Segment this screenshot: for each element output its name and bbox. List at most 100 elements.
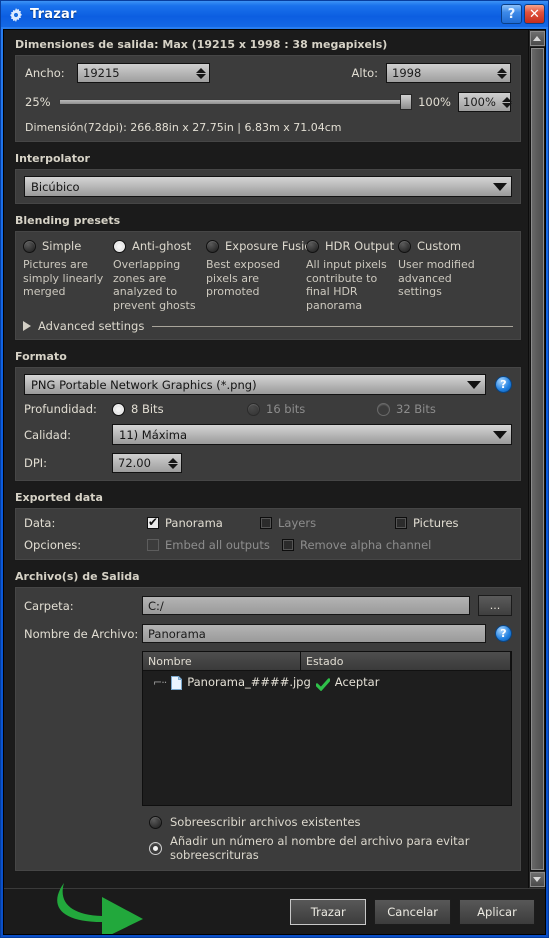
advanced-settings-label: Advanced settings — [38, 319, 145, 333]
green-curved-arrow-annotation — [28, 877, 158, 934]
file-list-header: Nombre Estado — [143, 652, 511, 671]
group-output-dimensions: Dimensiones de salida: Max (19215 x 1998… — [14, 38, 522, 143]
data-option-layers[interactable]: Layers — [260, 516, 395, 530]
data-option-pictures[interactable]: Pictures — [395, 516, 459, 530]
format-value: PNG Portable Network Graphics (*.png) — [31, 377, 257, 392]
filename-help-icon[interactable]: ? — [495, 625, 512, 642]
preset-desc: All input pixels contribute to final HDR… — [306, 258, 387, 312]
interpolator-select[interactable]: Bicúbico — [24, 176, 512, 197]
slider-handle[interactable] — [400, 94, 413, 110]
size-slider[interactable] — [58, 94, 413, 110]
append-number-option-row[interactable]: Añadir un número al nombre del archivo p… — [24, 834, 512, 862]
zoom-spinner-arrows[interactable] — [496, 96, 512, 108]
check-icon — [315, 676, 331, 691]
triangle-down-icon — [533, 877, 541, 882]
depth-radio-16bits[interactable] — [247, 402, 260, 416]
preset-radio-anti-ghost[interactable] — [113, 239, 126, 253]
output-file-list[interactable]: Nombre Estado ⌐·· Panorama_####.jpg Acep… — [142, 651, 512, 806]
data-option-label: Layers — [278, 516, 317, 530]
preset-desc: User modified advanced settings — [398, 258, 475, 298]
radio-overwrite-existing[interactable] — [149, 815, 162, 829]
depth-option-label: 32 Bits — [396, 402, 436, 416]
zoom-percent-spinner[interactable]: 100% — [458, 92, 512, 112]
format-select[interactable]: PNG Portable Network Graphics (*.png) — [24, 374, 486, 395]
folder-input[interactable]: C:/ — [142, 596, 470, 615]
cancel-button[interactable]: Cancelar — [374, 898, 451, 925]
file-list-row[interactable]: ⌐·· Panorama_####.jpg Aceptar — [143, 671, 511, 691]
vertical-scrollbar[interactable] — [528, 30, 545, 888]
window-title: Trazar — [30, 6, 77, 22]
option-remove-alpha-channel[interactable]: Remove alpha channel — [282, 538, 431, 552]
preset-radio-exposure-fusion[interactable] — [206, 239, 219, 253]
preset-name: HDR Output — [325, 239, 395, 253]
preset-custom[interactable]: Custom User modified advanced settings — [398, 239, 476, 312]
slider-groove — [58, 99, 411, 105]
overwrite-option-label: Sobreescribir archivos existentes — [170, 815, 361, 829]
depth-radio-32bits[interactable] — [377, 402, 390, 416]
preset-anti-ghost[interactable]: Anti-ghost Overlapping zones are analyze… — [113, 239, 206, 312]
option-embed-all-outputs[interactable]: Embed all outputs — [147, 538, 282, 552]
dpi-spinner[interactable]: 72.00 — [112, 453, 182, 473]
checkbox-panorama[interactable] — [147, 515, 159, 529]
preset-simple[interactable]: Simple Pictures are simply linearly merg… — [23, 239, 113, 312]
preset-name: Custom — [417, 239, 462, 253]
preset-exposure-fusion[interactable]: Exposure Fusion Best exposed pixels are … — [206, 239, 319, 312]
checkbox-remove-alpha-channel[interactable] — [282, 539, 294, 551]
depth-radio-8bits[interactable] — [112, 402, 125, 416]
filename-input[interactable]: Panorama — [142, 624, 486, 643]
column-header-estado: Estado — [301, 652, 511, 671]
preset-radio-custom[interactable] — [398, 239, 411, 253]
depth-option-8bits[interactable]: 8 Bits — [112, 402, 247, 416]
scrollbar-track[interactable] — [529, 47, 545, 871]
render-button[interactable]: Trazar — [290, 898, 367, 925]
advanced-settings-toggle[interactable]: Advanced settings — [23, 319, 513, 333]
format-help-icon[interactable]: ? — [495, 376, 512, 393]
option-label: Embed all outputs — [165, 538, 270, 552]
preset-name: Anti-ghost — [132, 239, 192, 253]
group-title-blending: Blending presets — [15, 214, 121, 227]
help-titlebar-button[interactable]: ? — [501, 4, 522, 24]
height-spinner-arrows[interactable] — [491, 67, 507, 79]
append-number-option-label: Añadir un número al nombre del archivo p… — [170, 834, 470, 862]
checkbox-pictures[interactable] — [395, 517, 407, 529]
divider — [152, 325, 513, 327]
scroll-up-button[interactable] — [529, 31, 545, 46]
preset-radio-hdr-output[interactable] — [306, 239, 319, 253]
dpi-spinner-arrows[interactable] — [162, 457, 178, 469]
dpi-value: 72.00 — [118, 456, 151, 470]
preset-hdr-output[interactable]: HDR Output All input pixels contribute t… — [306, 239, 398, 312]
folder-label: Carpeta: — [24, 598, 74, 613]
apply-button[interactable]: Aplicar — [459, 898, 535, 925]
dimension-info-row: Dimensión(72dpi): 266.88in x 27.75in | 6… — [25, 121, 511, 134]
filename-label: Nombre de Archivo: — [24, 626, 139, 641]
depth-option-label: 8 Bits — [131, 402, 164, 416]
dialog-footer: Trazar Cancelar Aplicar — [4, 883, 545, 934]
width-spinner-arrows[interactable] — [190, 67, 206, 79]
overwrite-option-row[interactable]: Sobreescribir archivos existentes — [24, 815, 512, 829]
radio-append-number[interactable] — [149, 841, 162, 855]
height-spinner[interactable]: 1998 — [386, 63, 511, 83]
checkbox-embed-all-outputs[interactable] — [147, 539, 159, 551]
checkbox-layers[interactable] — [260, 517, 272, 529]
group-title-output-dimensions: Dimensiones de salida: Max (19215 x 1998… — [15, 38, 388, 51]
chevron-right-icon — [23, 321, 31, 331]
preset-list: Simple Pictures are simply linearly merg… — [23, 239, 513, 312]
depth-option-16bits[interactable]: 16 bits — [247, 402, 377, 416]
group-interpolator: Interpolator Bicúbico — [14, 152, 522, 205]
group-title-output-files: Archivo(s) de Salida — [15, 570, 140, 583]
depth-option-32bits[interactable]: 32 Bits — [377, 402, 436, 416]
browse-folder-button[interactable]: ... — [478, 595, 512, 616]
scroll-down-button[interactable] — [529, 872, 545, 887]
width-label: Ancho: — [25, 66, 65, 80]
group-title-formato: Formato — [15, 350, 67, 363]
filename-row: Nombre de Archivo: Panorama ? — [24, 624, 512, 643]
quality-value: 11) Máxima — [119, 427, 187, 442]
scrollbar-thumb[interactable] — [530, 48, 544, 870]
quality-label: Calidad: — [24, 427, 71, 442]
gear-icon — [9, 7, 23, 22]
close-icon[interactable]: ✕ — [524, 4, 545, 24]
quality-select[interactable]: 11) Máxima — [112, 424, 512, 445]
preset-radio-simple[interactable] — [23, 239, 36, 253]
data-option-panorama[interactable]: Panorama — [147, 515, 260, 530]
width-spinner[interactable]: 19215 — [77, 63, 210, 83]
